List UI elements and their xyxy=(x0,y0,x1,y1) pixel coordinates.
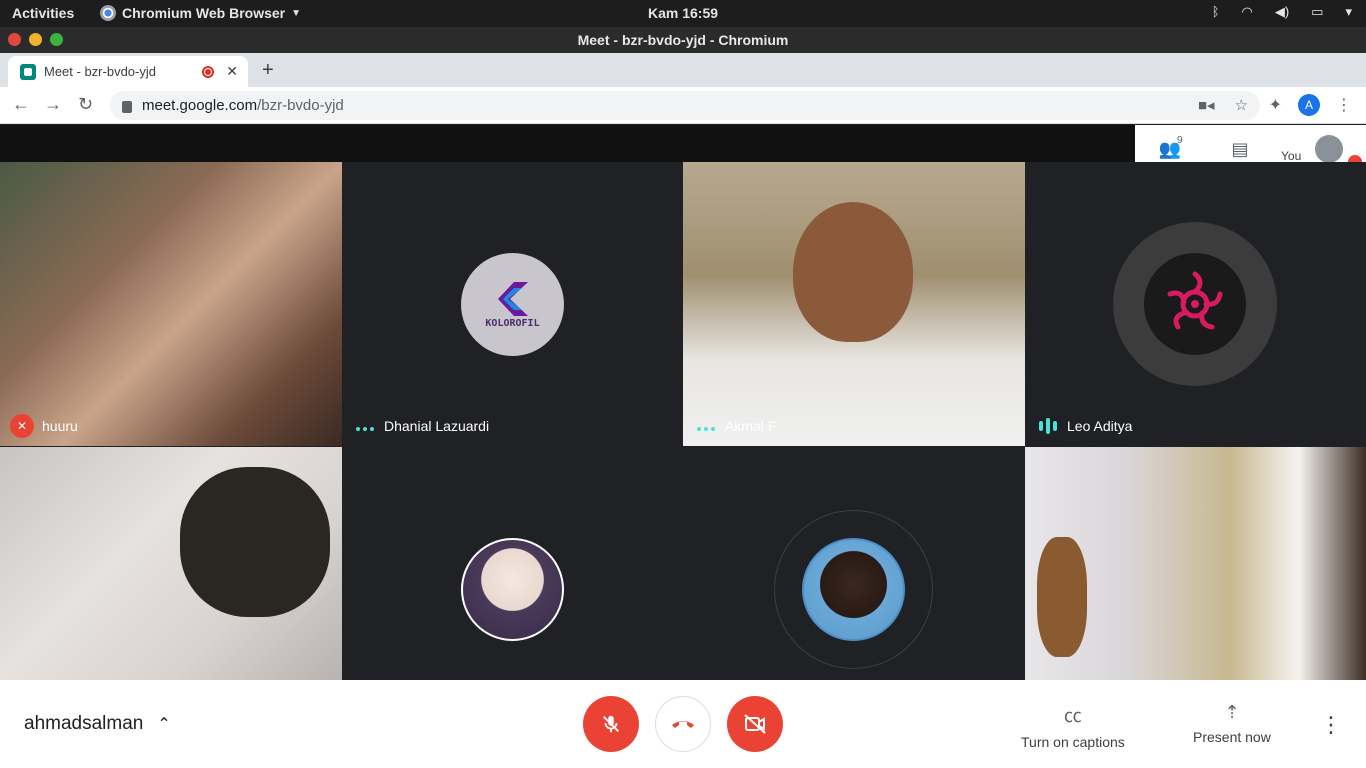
participant-avatar xyxy=(802,538,905,641)
tab-title: Meet - bzr-bvdo-yjd xyxy=(44,64,156,79)
volume-icon: ◀) xyxy=(1274,4,1290,19)
participant-tile[interactable]: ✕ huuru xyxy=(0,162,342,446)
leave-call-button[interactable] xyxy=(655,696,711,752)
activities-button[interactable]: Activities xyxy=(12,5,74,21)
camera-in-use-icon[interactable]: ■◂ xyxy=(1198,96,1215,114)
caret-down-icon: ▾ xyxy=(1345,4,1352,19)
chevron-up-icon: ⌃ xyxy=(157,716,171,733)
window-maximize-button[interactable] xyxy=(50,33,63,46)
face-shape xyxy=(793,202,913,342)
participant-tile[interactable] xyxy=(683,447,1025,680)
window-title: Meet - bzr-bvdo-yjd - Chromium xyxy=(577,32,789,48)
chromium-icon xyxy=(100,5,116,21)
meet-stage: 👥 9 ▤ You ✕ huuru KOLOROFIL Dhanial Lazu… xyxy=(0,125,1366,731)
people-button[interactable]: 👥 9 xyxy=(1135,135,1205,160)
present-label: Present now xyxy=(1193,729,1271,745)
captions-label: Turn on captions xyxy=(1021,734,1125,750)
captions-icon: ㏄ xyxy=(1063,706,1082,726)
meeting-details-toggle[interactable]: ahmadsalman ⌃ xyxy=(24,713,171,735)
bookmark-star-icon[interactable]: ☆ xyxy=(1235,96,1248,114)
system-tray[interactable]: ᛒ ◠ ◀) ▭ ▾ xyxy=(1212,4,1352,20)
window-titlebar: Meet - bzr-bvdo-yjd - Chromium xyxy=(0,27,1366,53)
self-avatar xyxy=(1315,135,1344,163)
participant-tile[interactable] xyxy=(0,447,342,680)
participant-name: Dhanial Lazuardi xyxy=(384,418,490,434)
participant-tile[interactable]: Leo Aditya xyxy=(1025,162,1366,446)
sharingan-logo-icon xyxy=(1167,271,1223,330)
kolorofil-logo-icon xyxy=(497,282,528,316)
you-label: You xyxy=(1281,149,1302,163)
address-bar[interactable]: meet.google.com/bzr-bvdo-yjd ■◂ ☆ xyxy=(110,91,1260,120)
chat-button[interactable]: ▤ xyxy=(1205,139,1275,160)
participant-avatar: KOLOROFIL xyxy=(461,253,564,356)
more-options-icon[interactable]: ⋮ xyxy=(1320,712,1342,738)
hangup-icon xyxy=(672,721,694,728)
participant-count: 9 xyxy=(1177,134,1183,146)
camera-off-icon xyxy=(744,714,766,734)
system-top-bar: Activities Chromium Web Browser ▼ Kam 16… xyxy=(0,0,1366,27)
participant-tile[interactable] xyxy=(342,447,684,680)
participant-avatar xyxy=(461,538,564,641)
video-feed xyxy=(0,162,342,446)
captions-button[interactable]: ㏄ Turn on captions xyxy=(1021,702,1125,750)
tab-close-icon[interactable]: ✕ xyxy=(226,63,238,80)
bluetooth-icon: ᛒ xyxy=(1211,4,1220,19)
caret-down-icon: ▼ xyxy=(291,7,302,19)
idle-indicator-icon xyxy=(356,427,374,431)
speaking-indicator-icon xyxy=(1039,418,1057,434)
forward-button[interactable]: → xyxy=(44,94,62,115)
participant-tile[interactable]: KOLOROFIL Dhanial Lazuardi xyxy=(342,162,684,446)
back-button[interactable]: ← xyxy=(12,94,30,115)
present-now-button[interactable]: ⇡ Present now xyxy=(1193,702,1271,745)
self-view[interactable]: You xyxy=(1275,135,1344,163)
participant-avatar xyxy=(1144,253,1246,355)
participant-tile[interactable] xyxy=(1025,447,1366,680)
hair-shape xyxy=(180,467,330,617)
participant-name: huuru xyxy=(42,418,78,434)
meet-favicon-icon xyxy=(20,63,36,80)
battery-icon: ▭ xyxy=(1311,4,1324,19)
profile-avatar[interactable]: A xyxy=(1298,94,1320,116)
address-host: meet.google.com xyxy=(142,97,258,114)
window-minimize-button[interactable] xyxy=(29,33,42,46)
mic-off-icon xyxy=(603,715,619,733)
browser-toolbar: ← → ↻ meet.google.com/bzr-bvdo-yjd ■◂ ☆ … xyxy=(0,87,1366,124)
window-close-button[interactable] xyxy=(8,33,21,46)
mic-toggle-button[interactable] xyxy=(583,696,639,752)
chat-icon: ▤ xyxy=(1231,138,1249,159)
new-tab-button[interactable]: + xyxy=(262,59,274,82)
meeting-name: ahmadsalman xyxy=(24,713,144,734)
extensions-icon[interactable]: ✦ xyxy=(1269,95,1282,115)
address-path: /bzr-bvdo-yjd xyxy=(257,97,344,114)
app-menu[interactable]: Chromium Web Browser ▼ xyxy=(100,5,301,21)
wifi-icon: ◠ xyxy=(1241,4,1253,19)
camera-toggle-button[interactable] xyxy=(727,696,783,752)
tab-strip: Meet - bzr-bvdo-yjd ✕ + xyxy=(0,53,1366,87)
browser-menu-icon[interactable]: ⋮ xyxy=(1336,95,1352,115)
recording-icon xyxy=(202,65,215,78)
idle-indicator-icon xyxy=(697,427,715,431)
reload-button[interactable]: ↻ xyxy=(78,94,93,115)
tab-meet[interactable]: Meet - bzr-bvdo-yjd ✕ xyxy=(8,56,248,87)
participant-name: Leo Aditya xyxy=(1067,418,1133,434)
present-icon: ⇡ xyxy=(1224,702,1240,722)
mic-off-icon: ✕ xyxy=(10,414,34,438)
call-controls-bar: ahmadsalman ⌃ ㏄ Turn on captions ⇡ Prese… xyxy=(0,680,1366,768)
app-menu-label: Chromium Web Browser xyxy=(122,5,286,21)
participant-tile[interactable]: Akmal F xyxy=(683,162,1025,446)
avatar-text: KOLOROFIL xyxy=(485,318,540,329)
guitar-shape xyxy=(1037,537,1087,657)
lock-icon xyxy=(122,100,132,113)
participant-name: Akmal F xyxy=(725,418,777,434)
